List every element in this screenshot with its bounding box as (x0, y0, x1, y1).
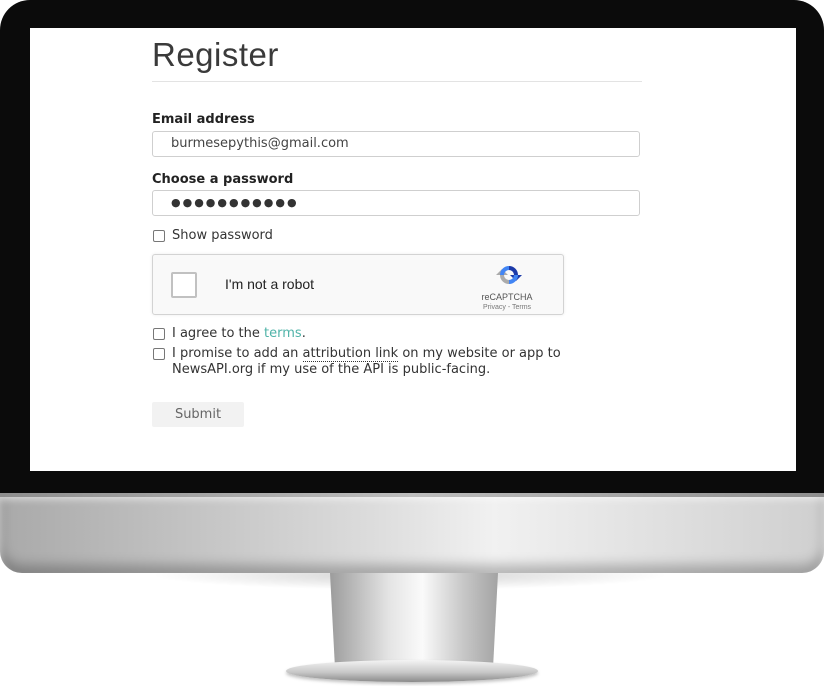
agree-terms-text: I agree to the terms. (172, 326, 306, 341)
recaptcha-links: Privacy - Terms (457, 304, 557, 311)
recaptcha-terms-link[interactable]: Terms (512, 304, 531, 311)
terms-link[interactable]: terms (264, 326, 302, 341)
attribution-link[interactable]: attribution link (302, 346, 399, 362)
agree-terms-suffix: . (301, 326, 306, 341)
password-label: Choose a password (152, 172, 294, 187)
recaptcha-brand: reCAPTCHA (481, 292, 533, 302)
attribution-checkbox[interactable] (153, 348, 165, 360)
show-password-row[interactable]: Show password (152, 228, 273, 243)
email-label: Email address (152, 112, 255, 127)
recaptcha-privacy-link[interactable]: Privacy (483, 304, 506, 311)
email-field[interactable]: burmesepythis@gmail.com (152, 131, 640, 157)
recaptcha-icon (496, 266, 522, 284)
monitor-chin (0, 493, 824, 573)
monitor-stand-neck (330, 573, 498, 669)
monitor-screen: Register Email address burmesepythis@gma… (30, 28, 796, 471)
show-password-label: Show password (172, 228, 273, 243)
attribution-text: I promise to add an attribution link on … (172, 346, 632, 378)
page-title: Register (152, 36, 279, 73)
agree-terms-row[interactable]: I agree to the terms. (152, 326, 306, 341)
monitor-chin-edge (0, 493, 824, 497)
show-password-checkbox[interactable] (153, 230, 165, 242)
monitor-stand-base (286, 660, 538, 682)
agree-terms-prefix: I agree to the (172, 326, 265, 341)
attribution-row[interactable]: I promise to add an attribution link on … (152, 346, 632, 378)
recaptcha-widget: I'm not a robot reCAPTCHA Privacy - Term… (152, 254, 564, 315)
password-field[interactable]: ●●●●●●●●●●● (152, 190, 640, 216)
title-divider (152, 81, 642, 82)
attribution-prefix: I promise to add an (172, 346, 303, 361)
submit-button[interactable]: Submit (152, 402, 244, 427)
recaptcha-label: I'm not a robot (225, 276, 315, 292)
recaptcha-checkbox[interactable] (171, 272, 197, 298)
agree-terms-checkbox[interactable] (153, 328, 165, 340)
